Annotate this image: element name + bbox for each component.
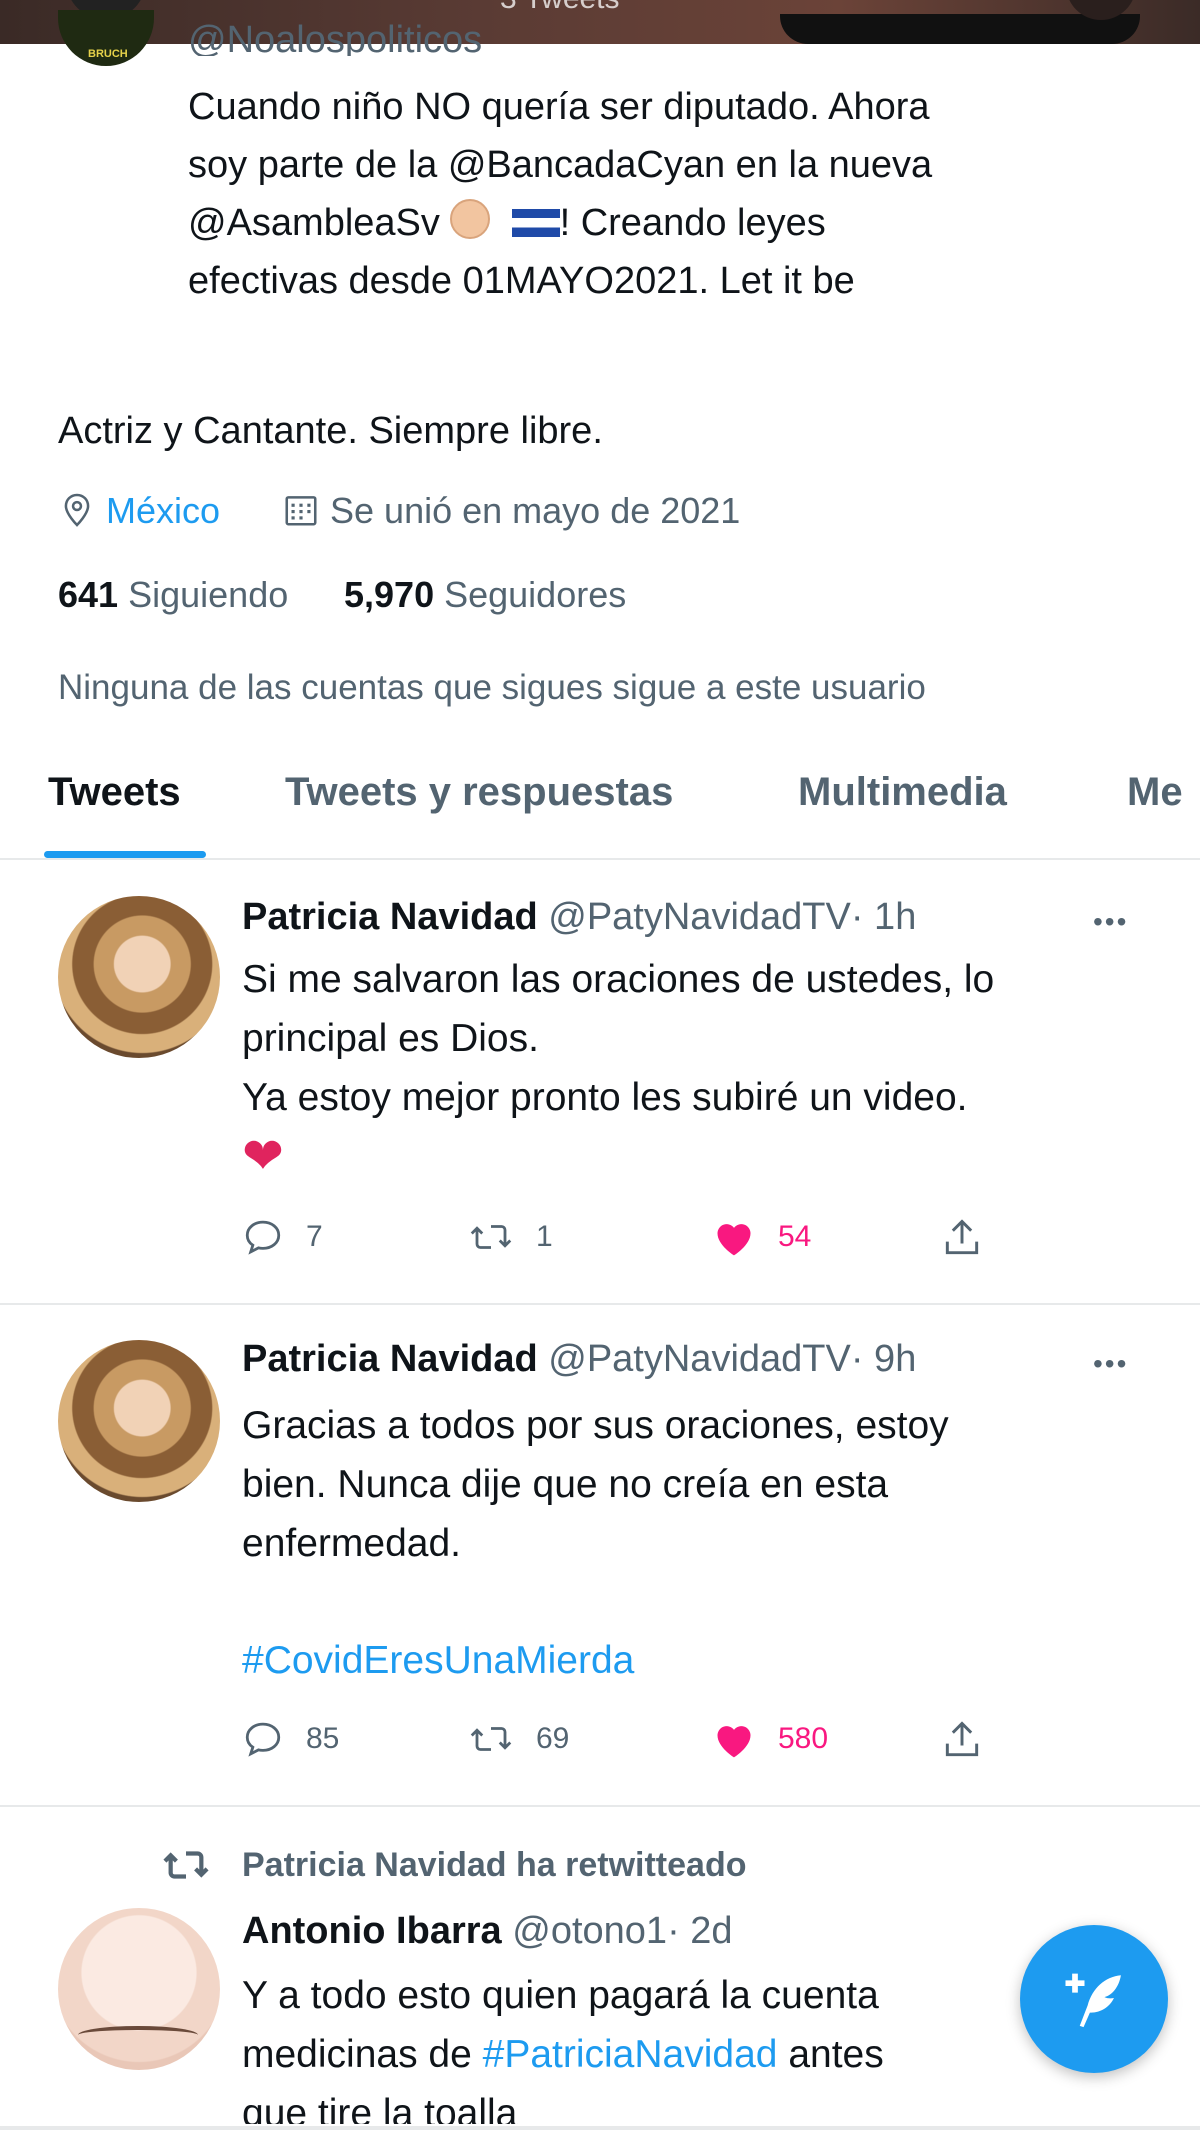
tweet-line: principal es Dios. [242,1017,539,1060]
like-count: 580 [778,1722,829,1755]
active-tab-indicator [44,851,206,858]
retweet-icon [470,1225,512,1249]
tweet-line: enfermedad. [242,1522,461,1565]
bio-line: @AsambleaSv ! Creando leyes [188,194,1128,252]
retweet-icon [163,1851,209,1879]
retweet-count: 1 [536,1220,553,1253]
reply-count: 7 [306,1220,323,1253]
tweet-line: medicinas de #PatriciaNavidad antes [242,2025,1022,2084]
tweet-header: Antonio Ibarra @otono1· 2d [242,1910,733,1953]
location-link[interactable]: México [106,490,220,531]
hashtag-link[interactable]: #PatriciaNavidad [483,2033,778,2076]
location-pin-icon [64,493,90,527]
tweet-divider [0,1303,1200,1305]
tweet-text: Y a todo esto quien pagará la cuenta med… [242,1966,1022,2124]
tweet-line: Ya estoy mejor pronto les subiré un vide… [242,1076,968,1119]
tweet-text: Gracias a todos por sus oraciones, estoy… [242,1396,1142,1690]
retweet-icon [470,1727,512,1751]
avatar[interactable] [58,896,220,1058]
more-options-icon[interactable]: ••• [1093,1348,1128,1380]
share-button[interactable] [940,1718,984,1762]
retweet-button[interactable]: 1 [468,1216,553,1258]
reply-button[interactable]: 85 [242,1718,339,1760]
recommended-account-bio: Cuando niño NO quería ser diputado. Ahor… [188,78,1128,310]
tabs-divider [0,858,1200,860]
tweet-line: bien. Nunca dije que no creía en esta [242,1463,889,1506]
avatar[interactable] [58,1340,220,1502]
bio-line: Cuando niño NO quería ser diputado. Ahor… [188,86,930,128]
bio-line: soy parte de la @BancadaCyan en la nueva [188,144,933,186]
followers-label: Seguidores [444,574,627,615]
followers-count: 5,970 [344,574,435,615]
reply-count: 85 [306,1722,340,1755]
tweet-line: Gracias a todos por sus oraciones, estoy [242,1404,949,1447]
el-salvador-flag-emoji [511,209,560,237]
tweet-line: Y a todo esto quien pagará la cuenta [242,1974,879,2017]
bio-text: ! Creando leyes [559,202,826,244]
tweet-header: Patricia Navidad @PatyNavidadTV· 9h [242,1338,916,1381]
followers-stat[interactable]: 5,970 Seguidores [344,574,626,616]
like-button[interactable]: 54 [712,1216,811,1258]
tab-tweets[interactable]: Tweets [48,770,181,815]
tab-tweets-and-replies[interactable]: Tweets y respuestas [285,770,673,815]
tweet-line: Si me salvaron las oraciones de ustedes,… [242,958,995,1001]
retweeted-by-label[interactable]: Patricia Navidad ha retwitteado [242,1846,747,1885]
tweet-time[interactable]: · 1h [851,896,916,938]
tweet-time[interactable]: · 2d [667,1910,732,1952]
top-header-bar: 3 Tweets [0,0,1200,44]
person-raising-hand-emoji [450,199,491,239]
profile-bio: Actriz y Cantante. Siempre libre. [58,410,603,452]
share-button[interactable] [940,1216,984,1260]
share-icon [945,1219,979,1255]
share-icon [945,1721,979,1757]
author-name[interactable]: Patricia Navidad [242,896,538,938]
avatar[interactable] [58,1908,220,2070]
calendar-icon [285,496,317,526]
recommended-account-handle[interactable]: @Noalospoliticos [188,20,482,56]
reply-button[interactable]: 7 [242,1216,323,1258]
like-count: 54 [778,1220,812,1253]
following-label: Siguiendo [128,574,289,615]
profile-location: México [58,490,220,532]
follow-button-shadow[interactable] [780,14,1140,44]
compose-tweet-button[interactable] [1020,1925,1168,2073]
following-stat[interactable]: 641 Siguiendo [58,574,288,616]
retweet-indicator[interactable] [160,1842,212,1893]
red-heart-emoji: ❤ [242,1128,284,1184]
mention-link[interactable]: @AsambleaSv [188,202,440,244]
heart-filled-icon [717,1224,751,1256]
more-options-icon[interactable]: ••• [1093,906,1128,938]
feather-plus-icon [1065,1973,1121,2028]
retweet-count: 69 [536,1722,570,1755]
hashtag-link[interactable]: #CovidEresUnaMierda [242,1631,1142,1690]
author-handle[interactable]: @PatyNavidadTV [548,896,851,938]
heart-filled-icon [717,1726,751,1758]
tweet-text: Si me salvaron las oraciones de ustedes,… [242,950,1142,1186]
author-name[interactable]: Patricia Navidad [242,1338,538,1380]
reply-icon [245,1220,281,1255]
followers-you-know-note[interactable]: Ninguna de las cuentas que sigues sigue … [58,668,926,708]
tab-media[interactable]: Multimedia [798,770,1007,815]
tweet-header: Patricia Navidad @PatyNavidadTV· 1h [242,896,916,939]
joined-text: Se unió en mayo de 2021 [330,490,741,531]
tweet-line: que tire la toalla [242,2092,518,2124]
following-count: 641 [58,574,119,615]
tweet-text-part: medicinas de [242,2033,472,2076]
tweet-time[interactable]: · 9h [851,1338,916,1380]
bottom-divider [0,2126,1200,2130]
recommended-account-avatar[interactable]: BRUCH [58,10,154,66]
like-button[interactable]: 580 [712,1718,828,1760]
header-tweet-count: 3 Tweets [500,0,620,16]
tweet-divider [0,1805,1200,1807]
author-name[interactable]: Antonio Ibarra [242,1910,502,1952]
bio-line: efectivas desde 01MAYO2021. Let it be [188,260,855,302]
retweet-button[interactable]: 69 [468,1718,569,1760]
tweet-text-part: antes [788,2033,884,2076]
reply-icon [245,1722,281,1757]
tab-likes[interactable]: Me [1127,770,1183,815]
author-handle[interactable]: @PatyNavidadTV [548,1338,851,1380]
profile-joined-date: Se unió en mayo de 2021 [282,490,740,532]
author-handle[interactable]: @otono1 [512,1910,667,1952]
